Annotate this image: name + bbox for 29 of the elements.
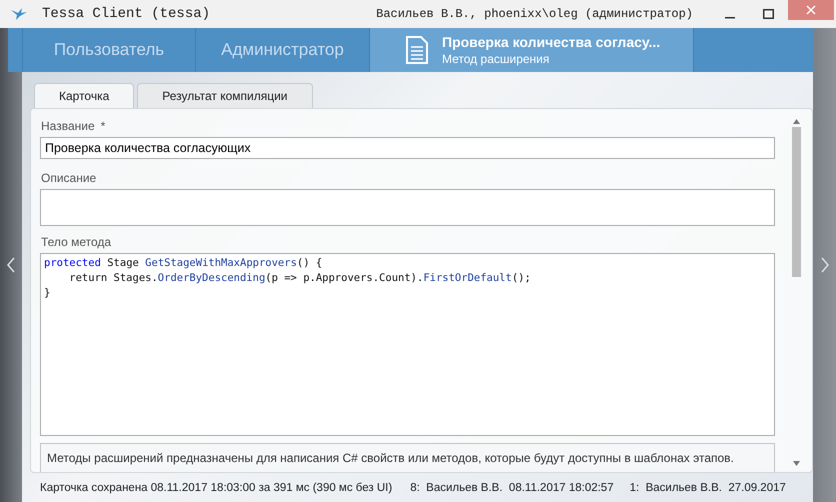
bird-logo-icon: [10, 7, 28, 21]
text-area[interactable]: [40, 189, 775, 226]
scroll-up-icon[interactable]: [792, 119, 800, 124]
card-subtitle: Метод расширения: [442, 52, 550, 66]
maximize-icon[interactable]: [763, 9, 774, 19]
input-field[interactable]: Проверка количества согласующих: [40, 137, 775, 159]
status-text: Карточка сохранена 08.11.2017 18:03:00 за 391 мс (390 мс без UI): [40, 482, 392, 494]
card-title: Проверка количества согласу...: [442, 34, 660, 50]
hint-text: Методы расширений предназначены для написания C# свойств или методов, которые будут доступны в шаблонах этапов.: [40, 443, 775, 472]
field-label: Тело метода: [41, 235, 112, 249]
code-line: return Stages.OrderByDescending(p => p.Approvers.Count).FirstOrDefault();: [68, 271, 532, 286]
chevron-left-icon[interactable]: [7, 257, 15, 273]
code-line: protected Stage GetStageWithMaxApprovers() {: [44, 256, 324, 271]
close-icon: [806, 5, 816, 15]
code-editor[interactable]: protected Stage GetStageWithMaxApprovers() { return Stages.OrderByDescending(p => p.Approvers.Count).FirstOrDefault(); }: [40, 253, 775, 436]
code-line: }: [44, 286, 52, 301]
status-text: 1: Васильев В.В. 27.09.2017: [630, 482, 786, 494]
scroll-down-icon[interactable]: [792, 461, 800, 466]
status-text: 8: Васильев В.В. 08.11.2017 18:02:57: [410, 482, 614, 494]
close-button[interactable]: [788, 0, 834, 20]
tab[interactable]: Карточка: [34, 83, 134, 108]
window-title: Tessa Client (tessa): [42, 6, 212, 22]
field-label: Описание: [41, 171, 96, 185]
chevron-right-icon[interactable]: [820, 257, 828, 273]
tab[interactable]: Результат компиляции: [137, 83, 312, 108]
document-icon: [406, 36, 428, 64]
required-mark: *: [100, 119, 106, 133]
field-label: Название: [41, 119, 95, 133]
user-info: Васильев В.В., phoenixx\oleg (администратор): [376, 7, 693, 21]
